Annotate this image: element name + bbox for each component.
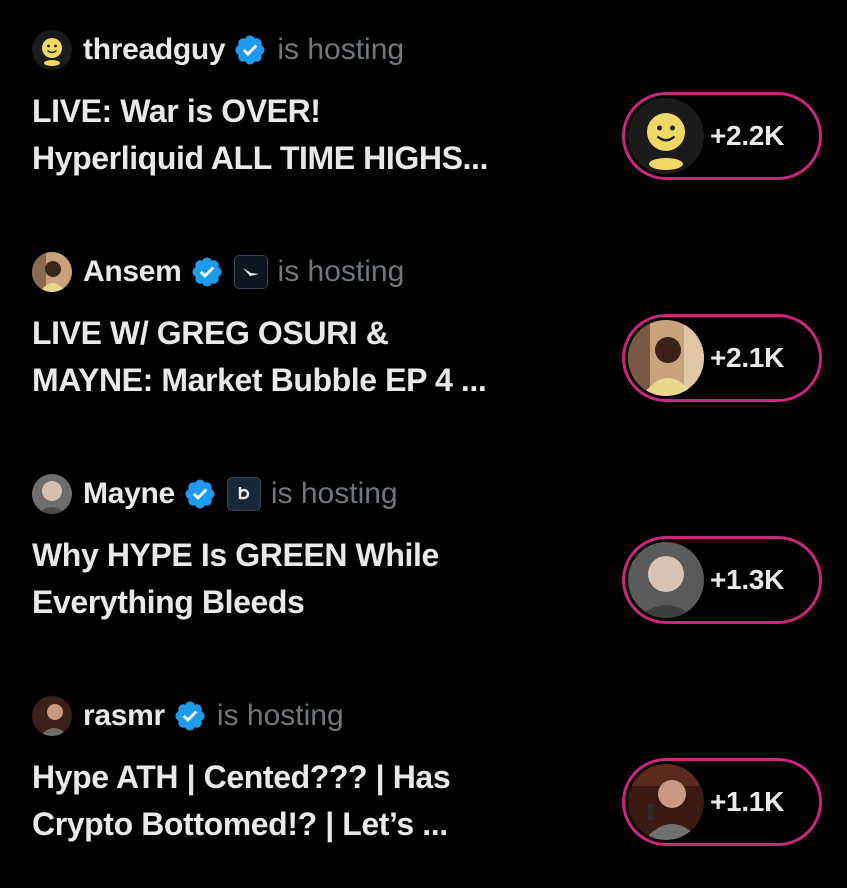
verified-badge-icon <box>235 35 265 65</box>
space-title[interactable]: LIVE: War is OVER! Hyperliquid ALL TIME … <box>32 88 592 182</box>
rasmr-avatar[interactable] <box>32 696 72 736</box>
b-badge-icon[interactable] <box>226 477 261 511</box>
listener-count: +2.2K <box>710 120 784 151</box>
ansem-avatar[interactable] <box>32 252 72 292</box>
photo-avatar-icon <box>628 764 704 840</box>
space-title-line: Everything Bleeds <box>32 584 305 620</box>
space-title-line: Why HYPE Is GREEN While <box>32 537 439 573</box>
listener-count: +1.3K <box>710 564 784 595</box>
space-title-line: Hyperliquid ALL TIME HIGHS... <box>32 140 488 176</box>
space-card-threadguy[interactable]: threadguy is hosting LIVE: War is OVER! … <box>0 0 847 222</box>
host-name[interactable]: rasmr <box>83 699 165 733</box>
space-title-line: LIVE W/ GREG OSURI & <box>32 315 389 351</box>
space-card-ansem[interactable]: Ansem is hosting LIVE W/ GREG OSURI & MA… <box>0 222 847 444</box>
space-title-line: MAYNE: Market Bubble EP 4 ... <box>32 362 487 398</box>
spaces-list: threadguy is hosting LIVE: War is OVER! … <box>0 0 847 884</box>
space-title[interactable]: Hype ATH | Cented??? | Has Crypto Bottom… <box>32 754 592 848</box>
listener-count: +1.1K <box>710 786 784 817</box>
verified-badge-icon <box>175 701 205 731</box>
mayne-avatar[interactable] <box>32 474 72 514</box>
threadguy-avatar[interactable] <box>32 30 72 70</box>
verified-badge-icon <box>192 257 222 287</box>
listener-pill[interactable]: +1.1K <box>622 758 822 846</box>
hosting-status: is hosting <box>277 33 405 66</box>
space-card-mayne[interactable]: Mayne is hosting Why HYPE Is GREEN While… <box>0 444 847 666</box>
hosting-status: is hosting <box>216 699 344 732</box>
space-title-line: LIVE: War is OVER! <box>32 93 321 129</box>
space-title-line: Crypto Bottomed!? | Let’s ... <box>32 806 448 842</box>
host-row: rasmr is hosting <box>32 694 344 738</box>
listener-pill[interactable]: +2.2K <box>622 92 822 180</box>
photo-avatar-icon <box>32 474 72 514</box>
hosting-status: is hosting <box>270 477 398 510</box>
space-title[interactable]: Why HYPE Is GREEN While Everything Bleed… <box>32 532 592 626</box>
photo-avatar-icon <box>32 696 72 736</box>
verified-badge-icon <box>185 479 215 509</box>
host-row: threadguy is hosting <box>32 28 404 72</box>
host-name[interactable]: threadguy <box>83 33 226 67</box>
host-row: Mayne is hosting <box>32 472 398 516</box>
host-row: Ansem is hosting <box>32 250 404 294</box>
hosting-status: is hosting <box>277 255 405 288</box>
smiley-avatar-icon <box>628 98 704 174</box>
listener-count: +2.1K <box>710 342 784 373</box>
listener-pill[interactable]: +2.1K <box>622 314 822 402</box>
space-title-line: Hype ATH | Cented??? | Has <box>32 759 451 795</box>
photo-avatar-icon <box>32 252 72 292</box>
photo-avatar-icon <box>628 542 704 618</box>
photo-avatar-icon <box>628 320 704 396</box>
listener-pill[interactable]: +1.3K <box>622 536 822 624</box>
space-card-rasmr[interactable]: rasmr is hosting Hype ATH | Cented??? | … <box>0 666 847 888</box>
space-title[interactable]: LIVE W/ GREG OSURI & MAYNE: Market Bubbl… <box>32 310 592 404</box>
host-name[interactable]: Mayne <box>83 477 175 511</box>
smiley-icon <box>32 30 72 70</box>
host-name[interactable]: Ansem <box>83 255 182 289</box>
wing-badge-icon[interactable] <box>233 255 268 289</box>
